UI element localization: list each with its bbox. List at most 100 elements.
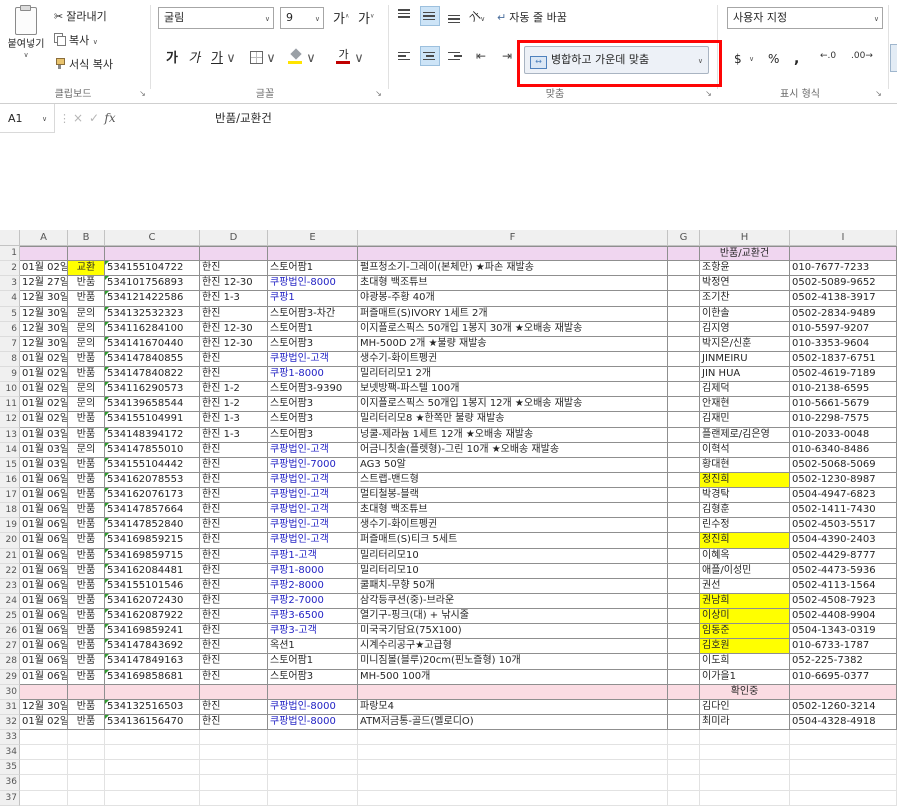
clipboard-dialog-launcher[interactable]: ↘ — [137, 88, 148, 99]
cell-H32[interactable]: 최미라 — [700, 714, 790, 730]
cell-A25[interactable]: 01월 06일 — [20, 609, 68, 625]
cell-F24[interactable]: 삼각등쿠션(중)-브라운 — [358, 593, 668, 609]
cell-C27[interactable]: 534147843692 — [105, 639, 200, 655]
cell-I24[interactable]: 0502-4508-7923 — [790, 593, 897, 609]
cell-D34[interactable] — [200, 745, 268, 761]
cell-E32[interactable]: 쿠팡법인-8000 — [268, 714, 358, 730]
cell-D21[interactable]: 한진 — [200, 548, 268, 564]
cell-D22[interactable]: 한진 — [200, 563, 268, 579]
cell-A1[interactable] — [20, 246, 68, 262]
cell-E6[interactable]: 스토어팜1 — [268, 321, 358, 337]
cell-I6[interactable]: 010-5597-9207 — [790, 321, 897, 337]
cell-D31[interactable]: 한진 — [200, 699, 268, 715]
cell-C31[interactable]: 534132516503 — [105, 699, 200, 715]
cell-C7[interactable]: 534141670440 — [105, 336, 200, 352]
cell-B6[interactable]: 문의 — [68, 321, 105, 337]
cell-A31[interactable]: 12월 30일 — [20, 699, 68, 715]
cell-B32[interactable]: 반품 — [68, 714, 105, 730]
cell-A14[interactable]: 01월 03일 — [20, 442, 68, 458]
cell-F5[interactable]: 퍼즐매트(S)IVORY 1세트 2개 — [358, 306, 668, 322]
cell-I26[interactable]: 0504-1343-0319 — [790, 624, 897, 640]
cell-A19[interactable]: 01월 06일 — [20, 518, 68, 534]
cell-D17[interactable]: 한진 — [200, 488, 268, 504]
cell-G22[interactable] — [668, 563, 700, 579]
percent-button[interactable]: % — [768, 47, 779, 71]
cell-H36[interactable] — [700, 775, 790, 791]
cancel-button[interactable]: × — [70, 104, 86, 133]
cell-D2[interactable]: 한진 — [200, 261, 268, 277]
cell-I37[interactable] — [790, 790, 897, 806]
cell-I19[interactable]: 0502-4503-5517 — [790, 518, 897, 534]
cell-I15[interactable]: 0502-5068-5069 — [790, 457, 897, 473]
cell-I1[interactable] — [790, 246, 897, 262]
cell-E37[interactable] — [268, 790, 358, 806]
cell-G33[interactable] — [668, 730, 700, 746]
cell-F13[interactable]: 넝쿨-제라늄 1세트 12개 ★오배송 재발송 — [358, 427, 668, 443]
cell-C24[interactable]: 534162072430 — [105, 593, 200, 609]
cell-B25[interactable]: 반품 — [68, 609, 105, 625]
cell-F6[interactable]: 이지플로스픽스 50개입 1봉지 30개 ★오배송 재발송 — [358, 321, 668, 337]
cell-H16[interactable]: 정진희 — [700, 472, 790, 488]
cell-D12[interactable]: 한진 1-3 — [200, 412, 268, 428]
borders-button-icon[interactable] — [250, 51, 263, 64]
cell-I13[interactable]: 010-2033-0048 — [790, 427, 897, 443]
cell-A9[interactable]: 01월 02일 — [20, 367, 68, 383]
row-header-24[interactable]: 24 — [0, 593, 20, 609]
cell-B24[interactable]: 반품 — [68, 593, 105, 609]
currency-dropdown-icon[interactable]: ∨ — [749, 47, 754, 71]
underline-button[interactable]: 가 — [208, 47, 226, 71]
cell-B12[interactable]: 반품 — [68, 412, 105, 428]
row-header-4[interactable]: 4 — [0, 291, 20, 307]
font-name-select[interactable]: 굴림 ∨ — [158, 7, 274, 29]
row-header-2[interactable]: 2 — [0, 261, 20, 277]
cell-B28[interactable]: 반품 — [68, 654, 105, 670]
cell-I30[interactable] — [790, 684, 897, 700]
cell-F26[interactable]: 미국국기담요(75X100) — [358, 624, 668, 640]
fill-color-button[interactable] — [288, 48, 303, 66]
cell-G17[interactable] — [668, 488, 700, 504]
comma-style-button[interactable]: , — [794, 47, 799, 71]
cell-F37[interactable] — [358, 790, 668, 806]
column-header-B[interactable]: B — [68, 230, 105, 246]
font-color-dropdown-icon[interactable]: ∨ — [354, 47, 364, 71]
cell-B15[interactable]: 반품 — [68, 457, 105, 473]
cell-H29[interactable]: 이가을1 — [700, 669, 790, 685]
cell-I17[interactable]: 0504-4947-6823 — [790, 488, 897, 504]
cell-C21[interactable]: 534169859715 — [105, 548, 200, 564]
row-header-5[interactable]: 5 — [0, 306, 20, 322]
cell-E11[interactable]: 스토어팜3 — [268, 397, 358, 413]
cell-B31[interactable]: 반품 — [68, 699, 105, 715]
cell-G6[interactable] — [668, 321, 700, 337]
row-header-3[interactable]: 3 — [0, 276, 20, 292]
cell-F14[interactable]: 어금니칫솔(플렛형)-그린 10개 ★오배송 재발송 — [358, 442, 668, 458]
borders-dropdown-icon[interactable]: ∨ — [266, 47, 276, 71]
cell-C11[interactable]: 534139658544 — [105, 397, 200, 413]
cell-E30[interactable] — [268, 684, 358, 700]
cell-B20[interactable]: 반품 — [68, 533, 105, 549]
cell-A33[interactable] — [20, 730, 68, 746]
cell-A11[interactable]: 01월 02일 — [20, 397, 68, 413]
cell-B1[interactable] — [68, 246, 105, 262]
cell-I32[interactable]: 0504-4328-4918 — [790, 714, 897, 730]
cell-B35[interactable] — [68, 760, 105, 776]
cell-D9[interactable]: 한진 — [200, 367, 268, 383]
cell-D4[interactable]: 한진 1-3 — [200, 291, 268, 307]
cell-D3[interactable]: 한진 12-30 — [200, 276, 268, 292]
decrease-decimal-button[interactable]: .00→ — [851, 51, 873, 61]
cell-B33[interactable] — [68, 730, 105, 746]
cell-C35[interactable] — [105, 760, 200, 776]
cell-C4[interactable]: 534121422586 — [105, 291, 200, 307]
cell-E22[interactable]: 쿠팡1-8000 — [268, 563, 358, 579]
cell-G27[interactable] — [668, 639, 700, 655]
cell-B29[interactable]: 반품 — [68, 669, 105, 685]
cell-C3[interactable]: 534101756893 — [105, 276, 200, 292]
cell-G13[interactable] — [668, 427, 700, 443]
cell-I29[interactable]: 010-6695-0377 — [790, 669, 897, 685]
cell-G29[interactable] — [668, 669, 700, 685]
cell-A36[interactable] — [20, 775, 68, 791]
cell-E14[interactable]: 쿠팡법인-고객 — [268, 442, 358, 458]
cell-B7[interactable]: 문의 — [68, 336, 105, 352]
cell-C25[interactable]: 534162087922 — [105, 609, 200, 625]
cell-D15[interactable]: 한진 — [200, 457, 268, 473]
column-header-H[interactable]: H — [700, 230, 790, 246]
